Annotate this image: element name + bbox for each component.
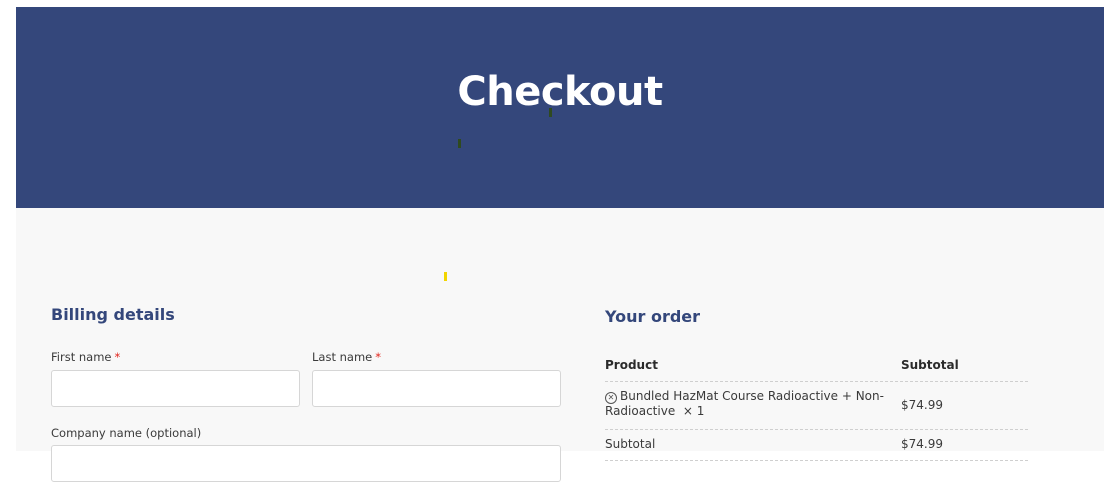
product-cell: ✕ Bundled HazMat Course Radioactive + Non… xyxy=(605,389,890,419)
first-name-input[interactable] xyxy=(51,370,300,407)
first-name-label: First name * xyxy=(51,350,120,364)
last-name-label: Last name * xyxy=(312,350,381,364)
your-order-title: Your order xyxy=(605,307,701,326)
required-asterisk: * xyxy=(375,350,381,364)
first-name-label-text: First name xyxy=(51,350,112,364)
company-name-label-text: Company name (optional) xyxy=(51,426,202,440)
subtotal-column-header: Subtotal xyxy=(901,358,959,372)
company-name-label: Company name (optional) xyxy=(51,426,201,440)
last-name-input[interactable] xyxy=(312,370,561,407)
decorative-mark xyxy=(458,139,461,148)
checkout-hero-banner: Checkout xyxy=(16,7,1104,208)
subtotal-value: $74.99 xyxy=(901,437,943,451)
billing-details-title: Billing details xyxy=(51,305,175,324)
table-header-row: Product Subtotal xyxy=(605,350,1028,382)
table-row: ✕ Bundled HazMat Course Radioactive + Non… xyxy=(605,382,1028,430)
subtotal-row: Subtotal $74.99 xyxy=(605,430,1028,461)
last-name-label-text: Last name xyxy=(312,350,373,364)
remove-circle-icon[interactable]: ✕ xyxy=(605,392,617,404)
product-column-header: Product xyxy=(605,358,658,372)
checkout-content: Billing details First name * Last name * C… xyxy=(16,208,1104,482)
subtotal-label: Subtotal xyxy=(605,437,656,451)
product-quantity: × 1 xyxy=(682,404,705,418)
product-name: Bundled HazMat Course Radioactive + Non-… xyxy=(605,389,884,418)
required-asterisk: * xyxy=(114,350,121,364)
decorative-mark xyxy=(444,272,447,281)
decorative-mark xyxy=(549,108,552,117)
page-title: Checkout xyxy=(457,69,663,115)
order-review-table: Product Subtotal ✕ Bundled HazMat Course … xyxy=(605,350,1028,461)
product-price: $74.99 xyxy=(901,398,943,412)
